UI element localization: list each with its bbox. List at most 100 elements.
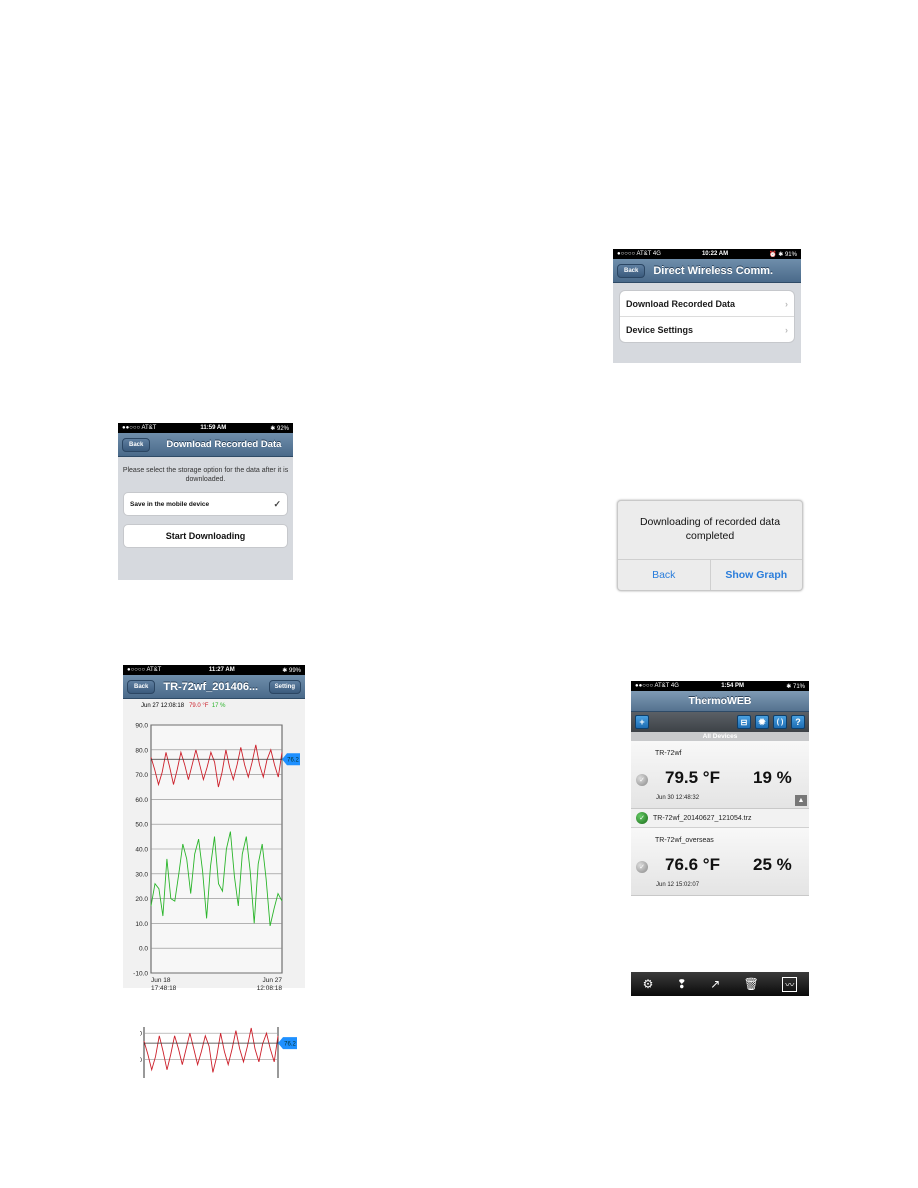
download-screen: ●●○○○ AT&T 11:59 AM ✱ 92% Back Download … xyxy=(118,423,293,580)
device-settings-icon[interactable]: ⚙ xyxy=(643,977,654,991)
help-button[interactable]: ? xyxy=(791,715,805,729)
clock-text: 11:59 AM xyxy=(200,425,227,431)
y-tick-label: 30.0 xyxy=(135,871,148,878)
graph-icon[interactable]: 〰 xyxy=(782,976,798,992)
menu-item-download[interactable]: Download Recorded Data › xyxy=(620,291,794,316)
carrier-text: ●○○○○ AT&T xyxy=(127,667,162,673)
storage-option-label: Save in the mobile device xyxy=(130,500,210,508)
plus-icon: + xyxy=(639,717,645,727)
nav-bar: Back Download Recorded Data xyxy=(118,433,293,457)
back-button[interactable]: Back xyxy=(127,679,156,694)
carrier-text: ●●○○○ AT&T 4G xyxy=(635,683,679,689)
status-bar: ●●○○○ AT&T 4G 1:54 PM ✱ 71% xyxy=(631,681,809,691)
app-title: ThermoWEB xyxy=(688,695,752,707)
gear-icon: ✹ xyxy=(758,716,766,727)
device-temp: 76.6 °F xyxy=(665,855,720,874)
status-check-icon: ✓ xyxy=(636,774,648,786)
battery-text: ✱ 99% xyxy=(282,667,301,674)
trash-icon[interactable]: 🗑 xyxy=(744,977,759,991)
device-button[interactable]: ⊟ xyxy=(737,715,751,729)
menu-item-label: Download Recorded Data xyxy=(626,298,736,309)
cursor-label: 76.2 xyxy=(284,1042,296,1048)
device-temp: 79.5 °F xyxy=(665,768,720,787)
device-name: TR-72wf xyxy=(655,750,682,757)
readout: Jun 27 12:08:18 79.0 °F 17 % xyxy=(141,703,305,709)
toolbar: + ⊟ ✹ ( ) ? xyxy=(631,712,809,732)
alert-icon[interactable]: ❢ xyxy=(677,977,687,991)
checkmark-icon: ✓ xyxy=(273,498,281,509)
y-tick-label: -10.0 xyxy=(133,971,148,978)
y-tick-label: 90.0 xyxy=(135,723,148,730)
back-button[interactable]: Back xyxy=(617,263,646,278)
status-bar: ●○○○○ AT&T 4G 10:22 AM ⏰ ✱ 91% xyxy=(613,249,801,259)
green-check-icon: ✓ xyxy=(636,812,648,824)
help-icon: ? xyxy=(795,717,801,727)
refresh-icon: ( ) xyxy=(776,718,784,726)
group-header: All Devices xyxy=(631,732,809,741)
clock-text: 1:54 PM xyxy=(721,683,744,689)
y-tick-label: 40.0 xyxy=(135,847,148,854)
start-downloading-button[interactable]: Start Downloading xyxy=(123,524,288,548)
y-tick-label: 10.0 xyxy=(135,921,148,928)
storage-option[interactable]: Save in the mobile device ✓ xyxy=(123,492,288,516)
collapse-icon[interactable]: ▲ xyxy=(795,795,807,806)
x-tick-label: Jun 18 xyxy=(151,977,171,984)
x-tick-label: 12:08:18 xyxy=(257,985,283,992)
show-graph-button[interactable]: Show Graph xyxy=(709,560,803,590)
file-name: TR-72wf_20140627_121054.trz xyxy=(653,814,752,822)
file-row[interactable]: ✓ TR-72wf_20140627_121054.trz xyxy=(631,809,809,828)
menu-item-label: Device Settings xyxy=(626,324,694,335)
device-row[interactable]: TR-72wf ✓ 79.5 °F 19 % Jun 30 12:48:32 ▲ xyxy=(631,741,809,809)
carrier-text: ●●○○○ AT&T xyxy=(122,425,157,431)
share-icon[interactable]: ↗ xyxy=(710,977,720,991)
graph-screen: ●○○○○ AT&T 11:27 AM ✱ 99% Back TR-72wf_2… xyxy=(123,665,305,992)
y-tick-label: 70.0 xyxy=(135,772,148,779)
readout-datetime: Jun 27 12:08:18 xyxy=(141,703,185,709)
settings-button[interactable]: ✹ xyxy=(755,715,769,729)
clock-text: 10:22 AM xyxy=(701,251,729,257)
nav-bar: ThermoWEB xyxy=(631,691,809,712)
y-tick-label: 0.0 xyxy=(139,946,148,953)
status-check-icon: ✓ xyxy=(636,861,648,873)
zoom-strip-chart[interactable]: 80.0 70.0 76.2 xyxy=(140,1025,310,1080)
y-tick-label: 80.0 xyxy=(140,1031,142,1038)
nav-bar: Back TR-72wf_201406... Setting xyxy=(123,675,305,699)
device-icon: ⊟ xyxy=(740,717,748,727)
carrier-text: ●○○○○ AT&T 4G xyxy=(617,251,661,257)
clock-text: 11:27 AM xyxy=(208,667,235,673)
nav-bar: Back Direct Wireless Comm. xyxy=(613,259,801,283)
y-tick-label: 70.0 xyxy=(140,1057,142,1064)
battery-text: ⏰ ✱ 91% xyxy=(769,251,797,258)
y-tick-label: 80.0 xyxy=(135,747,148,754)
page-title: Direct Wireless Comm. xyxy=(653,264,774,277)
direct-wireless-screen: ●○○○○ AT&T 4G 10:22 AM ⏰ ✱ 91% Back Dire… xyxy=(613,249,801,363)
readout-temp: 79.0 °F xyxy=(189,703,209,709)
bottom-toolbar: ⚙ ❢ ↗ 🗑 〰 xyxy=(631,972,809,996)
main-chart[interactable]: 90.0 80.0 70.0 60.0 50.0 40.0 30.0 20.0 10.0 0.0 -… xyxy=(123,713,305,993)
setting-button[interactable]: Setting xyxy=(268,680,301,694)
refresh-button[interactable]: ( ) xyxy=(773,715,787,729)
readout-humidity: 17 % xyxy=(211,703,226,709)
back-button[interactable]: Back xyxy=(122,437,151,452)
y-tick-label: 20.0 xyxy=(135,896,148,903)
device-time: Jun 12 15:02:07 xyxy=(656,882,700,888)
page-title: Download Recorded Data xyxy=(166,439,282,450)
alert-back-button[interactable]: Back xyxy=(618,560,710,590)
chevron-right-icon: › xyxy=(785,298,788,309)
page-title: TR-72wf_201406... xyxy=(163,680,259,693)
status-bar: ●●○○○ AT&T 11:59 AM ✱ 92% xyxy=(118,423,293,433)
x-tick-label: Jun 27 xyxy=(262,977,282,984)
cursor-label: 76.2 xyxy=(287,758,299,764)
device-name: TR-72wf_overseas xyxy=(655,837,714,844)
device-humidity: 25 % xyxy=(753,855,792,874)
alert-message: Downloading of recorded data completed xyxy=(639,516,781,542)
add-button[interactable]: + xyxy=(635,715,649,729)
menu-item-device-settings[interactable]: Device Settings › xyxy=(620,316,794,342)
chevron-right-icon: › xyxy=(785,324,788,335)
y-tick-label: 50.0 xyxy=(135,822,148,829)
x-tick-label: 17:48:18 xyxy=(151,985,177,992)
battery-text: ✱ 92% xyxy=(270,425,289,432)
device-row[interactable]: TR-72wf_overseas ✓ 76.6 °F 25 % Jun 12 1… xyxy=(631,828,809,896)
thermoweb-screen: ●●○○○ AT&T 4G 1:54 PM ✱ 71% ThermoWEB + … xyxy=(631,681,809,926)
y-tick-label: 60.0 xyxy=(135,797,148,804)
